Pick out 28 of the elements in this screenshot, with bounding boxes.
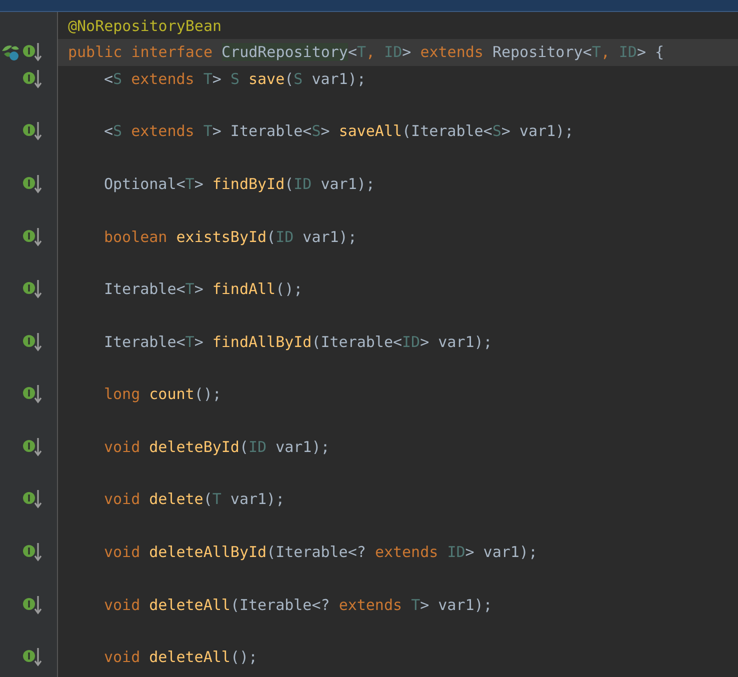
implemented-down-arrow-icon[interactable] — [22, 120, 44, 142]
code-line: void deleteById(ID var1); — [103, 438, 330, 456]
code-line: Optional<T> findById(ID var1); — [103, 174, 375, 193]
code-line: @NoRepositoryBean — [67, 17, 222, 36]
code-line: void deleteAll(Iterable<? extends T> var1); — [103, 596, 492, 614]
implemented-down-arrow-icon[interactable] — [22, 226, 44, 248]
implemented-down-arrow-icon[interactable] — [22, 436, 44, 458]
implemented-down-arrow-icon[interactable] — [22, 68, 44, 90]
implemented-down-arrow-icon[interactable] — [22, 278, 44, 300]
implemented-down-arrow-icon[interactable] — [22, 172, 44, 195]
implemented-down-arrow-icon[interactable] — [22, 541, 44, 564]
implemented-down-arrow-icon[interactable] — [22, 41, 44, 64]
spring-bean-icon[interactable] — [1, 43, 21, 62]
code-line: void deleteAllById(Iterable<? extends ID> var1); — [103, 543, 538, 562]
code-line: <S extends T> Iterable<S> saveAll(Iterable<S> var1); — [103, 122, 574, 140]
implemented-down-arrow-icon[interactable] — [22, 488, 44, 510]
code-line: void delete(T var1); — [103, 490, 285, 508]
implemented-down-arrow-icon[interactable] — [22, 330, 44, 353]
code-line: void deleteAll(); — [103, 648, 258, 666]
code-line: boolean existsById(ID var1); — [103, 228, 357, 246]
code-line: <S extends T> S save(S var1); — [103, 70, 366, 88]
code-line: Iterable<T> findAll(); — [103, 280, 303, 298]
code-line: public interface CrudRepository<T, ID> extends Repository<T, ID> { — [67, 43, 664, 62]
code-line: Iterable<T> findAllById(Iterable<ID> var1); — [103, 332, 492, 351]
implemented-down-arrow-icon[interactable] — [22, 646, 44, 668]
code-line: long count(); — [103, 385, 222, 404]
implemented-down-arrow-icon[interactable] — [22, 594, 44, 616]
implemented-down-arrow-icon[interactable] — [22, 383, 44, 406]
